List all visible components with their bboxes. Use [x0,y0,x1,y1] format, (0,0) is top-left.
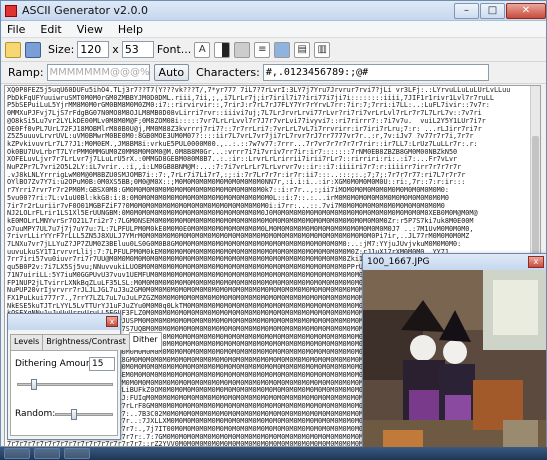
save-icon[interactable] [25,41,41,58]
image-window-close-button[interactable]: x [528,256,544,268]
panel-title-bar[interactable]: x [8,314,120,330]
minimize-button[interactable]: – [454,2,479,19]
adjustment-panel: x Levels Brightness/Contrast Dither Dith… [7,313,162,440]
tab-dither[interactable]: Dither [128,332,162,350]
settings-icon[interactable]: ▤ [294,41,311,58]
random-slider-thumb[interactable] [70,409,77,420]
image-window-title: 100_1667.JPG [367,257,430,267]
dithering-slider-thumb[interactable] [30,379,37,390]
image-window-title-bar[interactable]: 100_1667.JPG x [363,254,546,270]
align-icon[interactable]: ≡ [254,41,271,58]
menu-bar: File Edit View Help [1,21,546,38]
dithering-amount-label: Dithering Amount: [15,359,99,369]
toolbar: Size: 120 x 53 Font... A ≡ ▤ ▥ [1,38,546,62]
random-label: Random: [15,409,56,419]
taskbar-item[interactable] [34,448,60,459]
invert-icon[interactable] [214,41,231,58]
height-input[interactable]: 53 [121,41,154,58]
taskbar [0,447,547,460]
open-folder-icon[interactable] [5,41,21,58]
tab-levels[interactable]: Levels [10,334,44,350]
auto-button[interactable]: Auto [153,64,190,81]
characters-input[interactable]: #,.0123456789:;@# [262,64,489,81]
panel-close-button[interactable]: x [106,316,118,327]
menu-file[interactable]: File [7,23,25,36]
width-input[interactable]: 120 [77,41,110,58]
image-preview-window: 100_1667.JPG x [362,253,547,460]
grayscale-icon[interactable] [234,41,251,58]
ramp-toolbar: Ramp: MMMMMMM@@@%%% Auto Characters: #,.… [1,62,546,84]
panel-tabs: Levels Brightness/Contrast Dither [8,332,162,350]
menu-edit[interactable]: Edit [40,23,61,36]
image-window-icon[interactable] [274,41,291,58]
window-title: ASCII Generator v2.0.0 [22,4,149,17]
random-slider-track[interactable] [55,413,113,416]
ramp-label: Ramp: [8,66,44,79]
maximize-button[interactable]: □ [480,2,505,19]
output-icon[interactable]: ▥ [314,41,331,58]
size-label: Size: [48,43,75,56]
dither-tab-content: Dithering Amount: 15 Random: [10,350,118,436]
tab-brightness-contrast[interactable]: Brightness/Contrast [42,334,130,350]
characters-label: Characters: [196,66,260,79]
menu-help[interactable]: Help [118,23,143,36]
text-icon[interactable]: A [194,41,211,58]
app-icon [5,4,17,17]
close-button[interactable]: ✕ [506,2,546,19]
title-bar[interactable]: ASCII Generator v2.0.0 – □ ✕ [1,1,546,21]
size-times-label: x [112,43,119,56]
dithering-amount-input[interactable]: 15 [89,357,115,371]
ramp-input[interactable]: MMMMMMM@@@%%% [46,64,150,81]
taskbar-item[interactable] [4,448,30,459]
menu-view[interactable]: View [77,23,103,36]
font-button[interactable]: Font... [157,43,191,56]
taskbar-item[interactable] [64,448,90,459]
source-photo [363,270,546,459]
